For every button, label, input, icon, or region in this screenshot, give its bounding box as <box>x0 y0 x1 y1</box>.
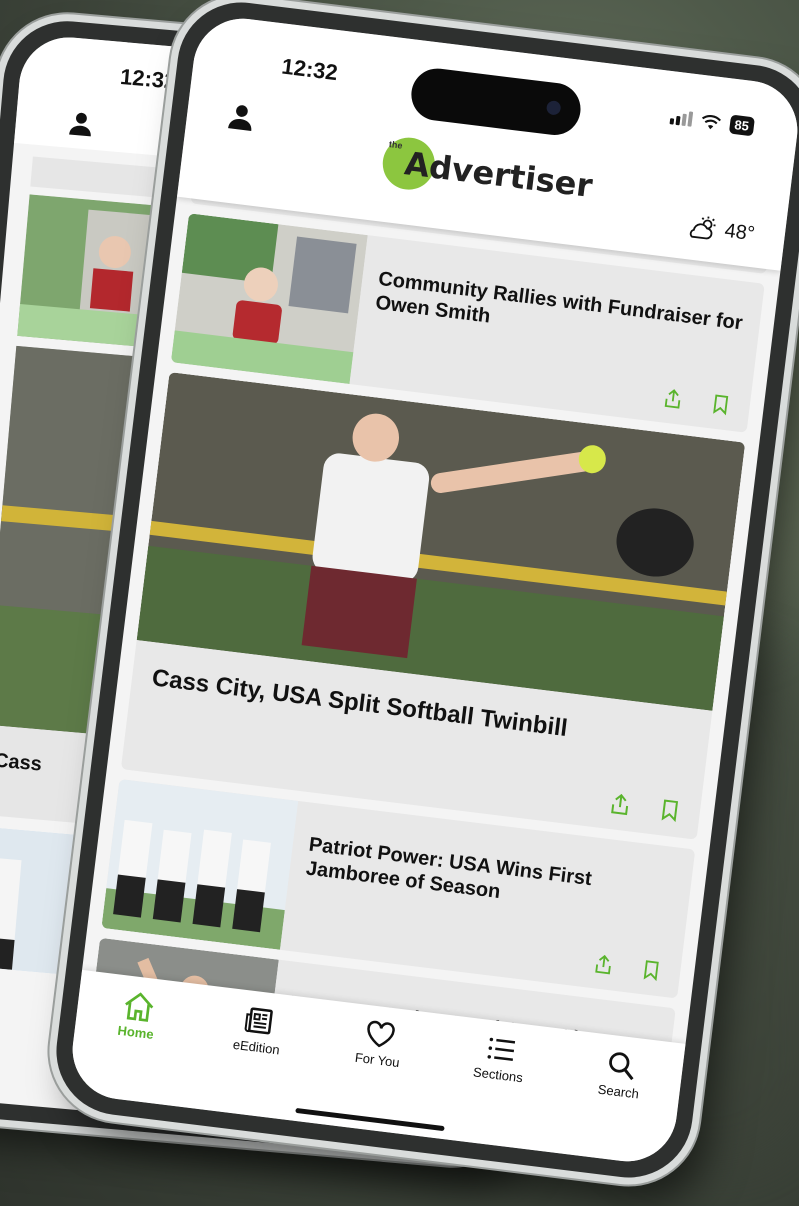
weather-temp: 48° <box>723 219 757 245</box>
battery-icon: 85 <box>728 114 755 137</box>
user-icon[interactable] <box>67 110 95 138</box>
nav-sections-label: Sections <box>472 1064 524 1086</box>
search-icon <box>609 1052 634 1081</box>
signal-icon <box>669 109 693 127</box>
article-title: Patriot Power: USA Wins First Jamboree o… <box>304 833 593 904</box>
share-icon[interactable] <box>661 386 686 411</box>
back-status-time: 12:32 <box>119 63 178 94</box>
share-icon[interactable] <box>591 952 616 977</box>
share-icon[interactable] <box>607 791 634 818</box>
nav-home[interactable]: Home <box>90 986 185 1046</box>
nav-eedition-label: eEdition <box>232 1036 281 1058</box>
article-actions <box>661 386 733 416</box>
wifi-icon <box>701 114 721 129</box>
nav-search-label: Search <box>597 1081 640 1102</box>
home-icon <box>124 992 154 1022</box>
app-logo: the Advertiser <box>379 134 596 212</box>
newspaper-icon <box>245 1007 274 1035</box>
status-time: 12:32 <box>280 53 340 86</box>
bookmark-icon[interactable] <box>708 392 733 417</box>
nav-search[interactable]: Search <box>573 1045 668 1105</box>
dynamic-island <box>408 65 584 138</box>
featured-article-image <box>136 372 746 711</box>
app-screen: 12:32 85 the Advertiser 48° Community Ra… <box>66 13 799 1167</box>
status-icons: 85 <box>669 107 755 137</box>
nav-eedition[interactable]: eEdition <box>211 1000 306 1060</box>
camera-icon <box>545 100 562 116</box>
nav-sections[interactable]: Sections <box>452 1030 547 1088</box>
list-icon <box>487 1037 515 1061</box>
article-actions <box>591 952 663 982</box>
logo-text: Advertiser <box>402 144 595 206</box>
article-title: Community Rallies with Fundraiser for Ow… <box>374 267 744 335</box>
logo-the: the <box>388 139 404 151</box>
partly-cloudy-icon <box>689 216 716 240</box>
bookmark-icon[interactable] <box>639 958 664 983</box>
featured-article-card[interactable]: Cass City, USA Split Softball Twinbill <box>120 372 746 840</box>
heart-icon <box>367 1020 395 1048</box>
bookmark-icon[interactable] <box>657 797 684 824</box>
profile-icon[interactable] <box>226 101 257 132</box>
article-thumbnail <box>170 213 368 385</box>
nav-for-you-label: For You <box>354 1049 401 1071</box>
back-article-title: Cass <box>0 749 43 776</box>
article-thumbnail <box>101 778 299 950</box>
nav-home-label: Home <box>116 1022 155 1042</box>
weather-widget[interactable]: 48° <box>686 214 757 246</box>
article-actions <box>607 791 683 824</box>
nav-for-you[interactable]: For You <box>332 1015 427 1073</box>
